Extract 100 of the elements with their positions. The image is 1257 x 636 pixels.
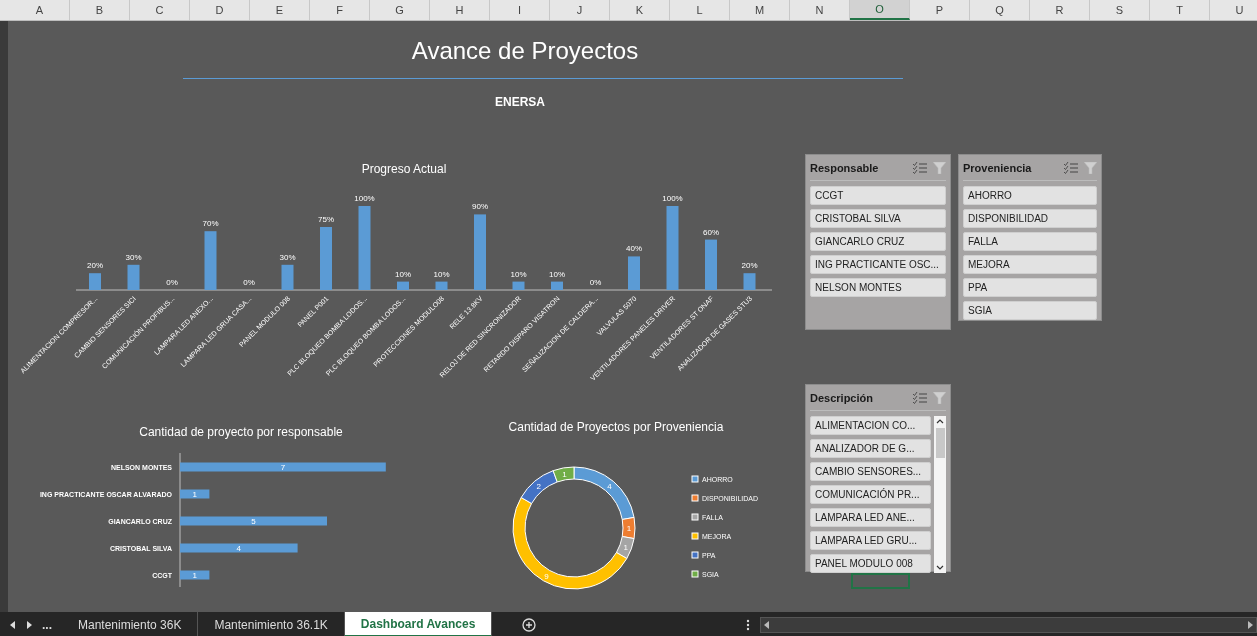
bar	[397, 281, 409, 290]
value-label: 0%	[589, 278, 602, 287]
bar	[320, 227, 332, 290]
value-label: 0%	[243, 278, 255, 287]
column-header[interactable]: L	[670, 0, 730, 20]
slicer-item[interactable]: COMUNICACIÓN PR...	[810, 485, 931, 504]
more-options-icon[interactable]	[746, 618, 751, 631]
multi-select-icon[interactable]	[1064, 162, 1078, 174]
value-label: 1	[562, 469, 567, 479]
clear-filter-icon[interactable]	[933, 392, 946, 404]
bar	[435, 281, 448, 290]
column-header[interactable]: U	[1210, 0, 1257, 20]
column-header[interactable]: D	[190, 0, 250, 20]
clear-filter-icon[interactable]	[1084, 162, 1097, 174]
value-label: 1	[192, 571, 197, 580]
value-label: 5	[251, 517, 256, 526]
slicer-item[interactable]: ALIMENTACION CO...	[810, 416, 931, 435]
column-header[interactable]: F	[310, 0, 370, 20]
slicer-item[interactable]: CRISTOBAL SILVA	[810, 209, 946, 228]
slicer-item[interactable]: AHORRO	[963, 186, 1097, 205]
bar	[180, 489, 210, 499]
column-header[interactable]: K	[610, 0, 670, 20]
value-label: 30%	[279, 252, 296, 262]
sheet-tab[interactable]: Dashboard Avances	[344, 612, 493, 636]
value-label: 4	[607, 481, 612, 491]
value-label: 7	[280, 463, 286, 472]
value-label: 20%	[741, 261, 758, 271]
scroll-down-icon[interactable]	[936, 565, 944, 571]
column-header[interactable]: A	[10, 0, 70, 20]
column-header[interactable]: G	[370, 0, 430, 20]
sheet-tab[interactable]: Mantenimiento 36K	[62, 612, 199, 636]
column-header[interactable]: O	[850, 0, 910, 20]
add-sheet-icon[interactable]	[522, 617, 537, 632]
value-label: 100%	[662, 194, 683, 203]
value-label: 100%	[354, 194, 375, 203]
multi-select-icon[interactable]	[913, 392, 927, 404]
slicer-item[interactable]: PPA	[963, 278, 1097, 297]
scroll-left-icon[interactable]	[10, 620, 16, 629]
scroll-left-icon[interactable]	[764, 620, 770, 629]
column-header[interactable]: T	[1150, 0, 1210, 20]
sheet-tab[interactable]: Mantenimiento 36.1K	[198, 612, 345, 636]
value-label: 10%	[433, 269, 450, 279]
slicer-item[interactable]: ING PRACTICANTE OSC...	[810, 255, 946, 274]
value-label: 90%	[472, 202, 488, 212]
scroll-right-icon[interactable]	[26, 620, 32, 629]
column-header[interactable]: J	[550, 0, 610, 20]
scrollbar-thumb[interactable]	[935, 428, 945, 458]
bar	[127, 264, 140, 290]
slicer-item[interactable]: LAMPARA LED GRU...	[810, 531, 931, 550]
column-header[interactable]: E	[250, 0, 310, 20]
column-header[interactable]: R	[1030, 0, 1090, 20]
dashboard-subtitle: ENERSA	[494, 95, 546, 109]
slicer-title: Proveniencia	[963, 162, 1033, 174]
column-header[interactable]: I	[490, 0, 550, 20]
bar	[743, 273, 756, 290]
value-label: 2	[536, 481, 541, 491]
horizontal-scrollbar[interactable]	[760, 616, 1257, 633]
slicer-item[interactable]: DISPONIBILIDAD	[963, 209, 1097, 228]
value-label: 60%	[703, 227, 719, 237]
value-label: 30%	[125, 252, 142, 262]
more-sheets[interactable]: ...	[42, 617, 52, 632]
slicer-item[interactable]: SGIA	[963, 301, 1097, 320]
value-label: 75%	[318, 215, 334, 224]
chart-title: Progreso Actual	[361, 162, 447, 176]
column-header[interactable]: M	[730, 0, 790, 20]
value-label: 10%	[549, 269, 565, 279]
bar	[512, 281, 525, 290]
value-label: 1	[623, 542, 628, 552]
value-label: 20%	[87, 261, 103, 271]
bar	[551, 281, 563, 290]
slicer-item[interactable]: ANALIZADOR DE G...	[810, 439, 931, 458]
slicer-title: Descripción	[810, 392, 874, 404]
slicer-title: Responsable	[810, 162, 880, 174]
column-header[interactable]: B	[70, 0, 130, 20]
slicer-item[interactable]: CCGT	[810, 186, 946, 205]
slicer-item[interactable]: GIANCARLO CRUZ	[810, 232, 946, 251]
value-label: 1	[192, 490, 197, 499]
dashboard-title: Avance de Proyectos	[411, 37, 639, 65]
bar	[281, 264, 294, 290]
column-header[interactable]: Q	[970, 0, 1030, 20]
scrollbar[interactable]	[934, 416, 946, 573]
slicer-item[interactable]: MEJORA	[963, 255, 1097, 274]
value-label: 10%	[510, 269, 527, 279]
value-label: 4	[236, 544, 242, 553]
column-header[interactable]: P	[910, 0, 970, 20]
slicer-item[interactable]: PANEL MODULO 008	[810, 554, 931, 573]
value-label: 1	[626, 524, 632, 533]
slicer-item[interactable]: FALLA	[963, 232, 1097, 251]
multi-select-icon[interactable]	[913, 162, 927, 174]
slicer-item[interactable]: NELSON MONTES	[810, 278, 946, 297]
column-header[interactable]: H	[430, 0, 490, 20]
clear-filter-icon[interactable]	[933, 162, 946, 174]
slicer-item[interactable]: CAMBIO SENSORES...	[810, 462, 931, 481]
bar	[705, 239, 717, 290]
scroll-up-icon[interactable]	[936, 418, 944, 424]
scroll-right-icon[interactable]	[1248, 620, 1253, 629]
column-header[interactable]: S	[1090, 0, 1150, 20]
column-header[interactable]: C	[130, 0, 190, 20]
selected-cell[interactable]	[851, 573, 910, 589]
slicer-item[interactable]: LAMPARA LED ANE...	[810, 508, 931, 527]
